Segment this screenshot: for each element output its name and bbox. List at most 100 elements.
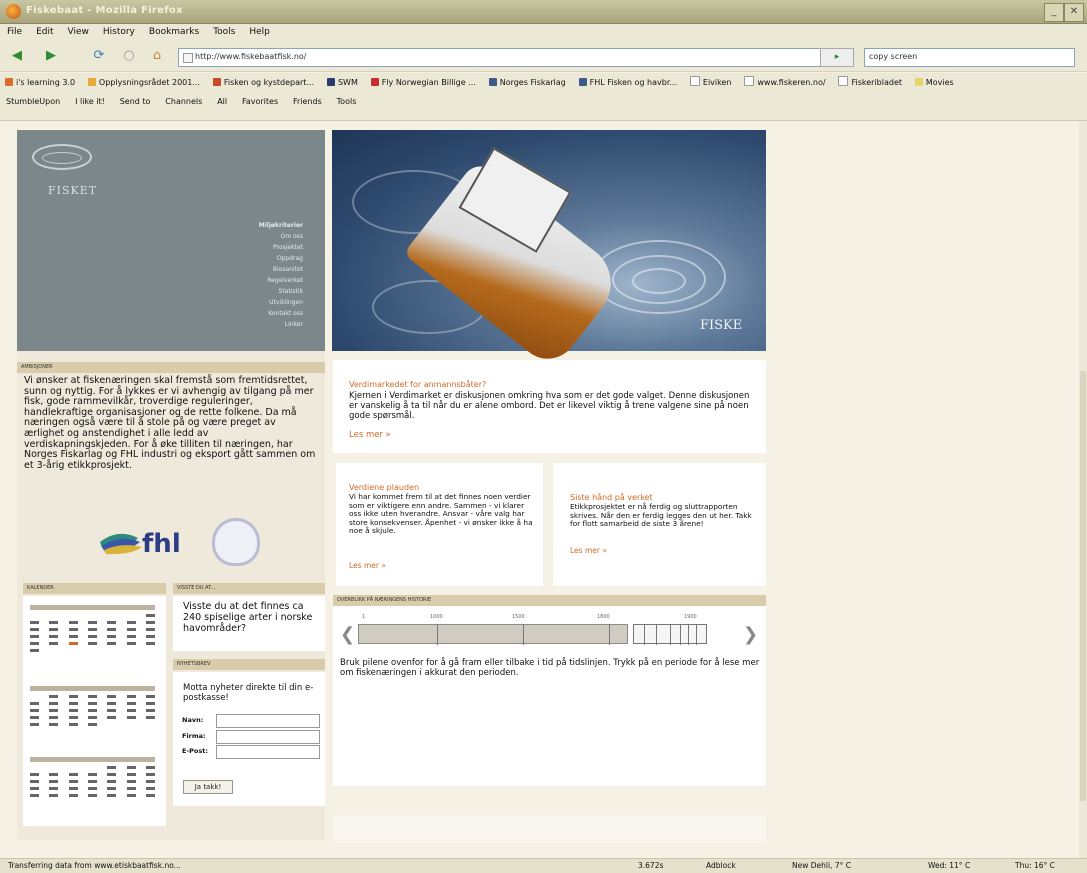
search-text: copy screen <box>869 52 918 61</box>
email-label: E-Post: <box>182 747 208 755</box>
article-2-more-link[interactable]: Les mer » <box>349 561 386 571</box>
home-icon[interactable]: ⌂ <box>146 47 168 65</box>
weather-today[interactable]: New Dehli, 7° C <box>792 859 851 873</box>
menu-bookmarks[interactable]: Bookmarks <box>142 24 206 40</box>
menu-view[interactable]: View <box>61 24 96 40</box>
timeline-year-label: 1500 <box>512 614 525 620</box>
article-1-text: Kjernen i Verdimarket er diskusjonen omk… <box>349 391 750 421</box>
timeline-year-label: 1 <box>362 614 366 620</box>
timeline-year-label: 1900 <box>684 614 697 620</box>
menu-history[interactable]: History <box>96 24 142 40</box>
friends-button[interactable]: Friends <box>287 91 328 112</box>
svg-text:fhl: fhl <box>142 529 181 559</box>
article-1-title[interactable]: Verdimarkedet for anmannsbåter? <box>349 380 486 389</box>
bookmark-item[interactable]: FHL Fisken og havbr... <box>574 75 682 90</box>
channels-button[interactable]: Channels <box>159 91 208 112</box>
site-nav-item[interactable]: Oppdrag <box>277 255 303 262</box>
site-nav-item[interactable]: Utviklingen <box>269 299 303 306</box>
url-input[interactable]: http://www.fiskebaatfisk.no/ <box>178 48 836 67</box>
forward-arrow-icon[interactable]: ▶ <box>40 47 62 65</box>
name-input[interactable] <box>216 714 320 728</box>
load-time: 3.672s <box>638 861 664 870</box>
firm-input[interactable] <box>216 730 320 744</box>
all-button[interactable]: All <box>211 91 233 112</box>
back-arrow-icon[interactable]: ◀ <box>6 47 28 65</box>
timeline-right-arrow-icon[interactable]: ❯ <box>743 624 758 645</box>
calendar-month-juni[interactable] <box>30 757 155 799</box>
menu-edit[interactable]: Edit <box>29 24 60 40</box>
menu-tools[interactable]: Tools <box>206 24 242 40</box>
menu-help[interactable]: Help <box>242 24 277 40</box>
article-3-text: Etikkprosjektet er nå ferdig og sluttrap… <box>570 502 752 529</box>
article-2-title[interactable]: Verdiene plauden <box>349 483 419 492</box>
search-input[interactable]: copy screen <box>864 48 1075 67</box>
timeline-period-divider <box>523 625 524 645</box>
firm-label: Firma: <box>182 732 206 740</box>
timeline-bar[interactable] <box>358 624 628 645</box>
send-to-button[interactable]: Send to <box>114 91 157 112</box>
stop-icon[interactable]: ○ <box>118 47 140 65</box>
status-bar: Transferring data from www.etiskbaatfisk… <box>0 858 1087 873</box>
bookmark-item[interactable]: Fisken og kystdepart... <box>208 75 319 90</box>
bookmark-item[interactable]: Fly Norwegian Billige ... <box>366 75 481 90</box>
article-3-title[interactable]: Siste hånd på verket <box>570 493 653 502</box>
timeline-year-label: 1800 <box>597 614 610 620</box>
site-nav-item[interactable]: Kontakt oss <box>268 310 303 317</box>
bookmark-item[interactable]: Movies <box>910 75 959 90</box>
adblock-status[interactable]: Adblock <box>706 859 736 873</box>
calendar-month-mai[interactable] <box>30 686 155 728</box>
timeline-recent-periods[interactable] <box>633 624 707 645</box>
go-button[interactable]: ▸ <box>820 48 854 67</box>
site-nav-item[interactable]: Miljøkriterier <box>259 222 303 229</box>
tools-button[interactable]: Tools <box>331 91 363 112</box>
minimize-button[interactable]: _ <box>1044 3 1064 22</box>
bookmark-item[interactable]: SWM <box>322 75 363 90</box>
stumbleupon-button[interactable]: StumbleUpon <box>0 91 66 112</box>
bookmark-icon <box>212 78 221 86</box>
scrollbar-thumb[interactable] <box>1080 371 1086 801</box>
kalender-header: KALENDER <box>23 583 166 594</box>
site-nav-item[interactable]: Biosanitet <box>273 266 303 273</box>
fhl-logo[interactable]: fhl <box>98 520 188 563</box>
bookmark-item[interactable]: Opplysningsrådet 2001... <box>83 75 205 90</box>
menu-file[interactable]: File <box>0 24 29 40</box>
email-input[interactable] <box>216 745 320 759</box>
site-logo-text[interactable]: FISKET <box>48 184 97 197</box>
bookmark-item[interactable]: Eiviken <box>685 73 737 90</box>
weather-thu[interactable]: Thu: 16° C <box>1015 859 1055 873</box>
weather-wed[interactable]: Wed: 11° C <box>928 859 970 873</box>
article-3-more-link[interactable]: Les mer » <box>570 546 607 556</box>
like-button[interactable]: I like it! <box>69 91 111 112</box>
addon-toolbar: StumbleUpon I like it! Send to Channels … <box>0 91 1087 121</box>
subscribe-button[interactable]: Ja takk! <box>183 780 233 794</box>
empty-box <box>333 815 766 843</box>
navigation-toolbar: ◀ ▶ ⟳ ○ ⌂ http://www.fiskebaatfisk.no/ ▸… <box>0 42 1087 72</box>
bookmark-icon <box>370 78 379 86</box>
close-button[interactable]: ✕ <box>1064 3 1084 22</box>
fiskarlag-emblem[interactable] <box>212 518 260 566</box>
bookmark-item[interactable]: www.fiskeren.no/ <box>739 73 830 90</box>
page-scrollbar[interactable] <box>1079 121 1087 858</box>
site-nav-item[interactable]: Statistik <box>279 288 303 295</box>
folder-icon <box>914 78 923 86</box>
bookmark-item[interactable]: Fiskeribladet <box>833 73 907 90</box>
window-titlebar: Fiskebaat - Mozilla Firefox _ ✕ <box>0 0 1087 24</box>
calendar-month-april[interactable] <box>30 605 155 654</box>
bookmarks-toolbar: i's learning 3.0 Opplysningsrådet 2001..… <box>0 73 1087 91</box>
site-nav-item[interactable]: Om oss <box>281 233 303 240</box>
timeline-left-arrow-icon[interactable]: ❮ <box>340 624 355 645</box>
site-nav-item[interactable]: Linker <box>285 321 303 328</box>
article-1-more-link[interactable]: Les mer » <box>349 430 391 440</box>
site-nav-item[interactable]: Regelverket <box>267 277 303 284</box>
bookmark-icon <box>689 76 700 86</box>
reload-icon[interactable]: ⟳ <box>88 47 110 65</box>
favorites-button[interactable]: Favorites <box>236 91 284 112</box>
timeline-header: OVERBLIKK PÅ NÆRINGENS HISTORIE <box>333 595 766 606</box>
visste-text: Visste du at det finnes ca 240 spiselige… <box>183 601 313 634</box>
article-2-text: Vi har kommet frem til at det finnes noe… <box>349 492 533 536</box>
calendar-month-header <box>30 757 155 762</box>
site-nav-item[interactable]: Prosjektet <box>273 244 303 251</box>
bookmark-item[interactable]: Norges Fiskarlag <box>484 75 571 90</box>
status-text: Transferring data from www.etiskbaatfisk… <box>8 861 181 870</box>
bookmark-item[interactable]: i's learning 3.0 <box>0 75 80 90</box>
